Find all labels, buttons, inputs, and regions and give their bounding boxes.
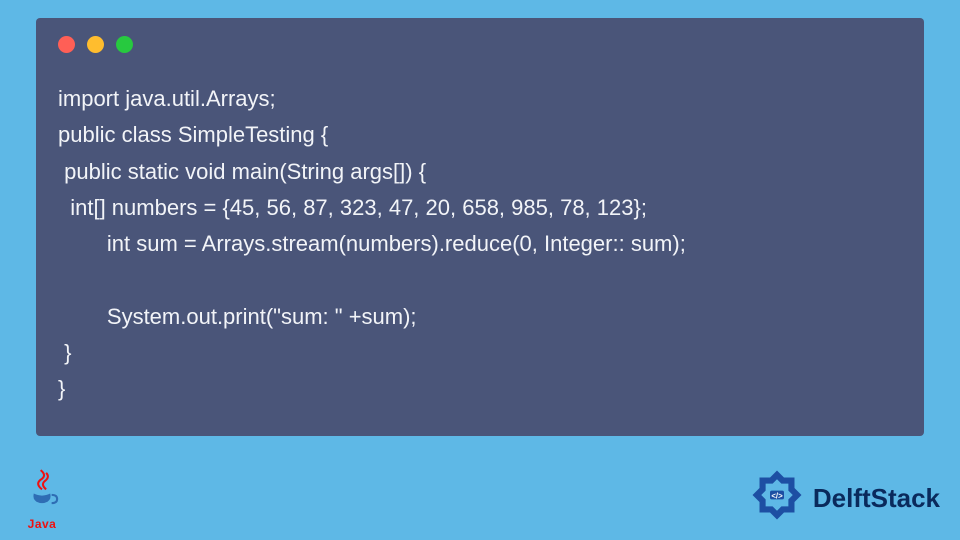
close-icon[interactable]: [58, 36, 75, 53]
java-cup-icon: [20, 466, 64, 515]
delftstack-icon: </>: [749, 467, 805, 530]
java-logo-label: Java: [28, 517, 57, 531]
footer: Java </> DelftStack: [0, 462, 960, 540]
minimize-icon[interactable]: [87, 36, 104, 53]
maximize-icon[interactable]: [116, 36, 133, 53]
code-block: import java.util.Arrays; public class Si…: [36, 63, 924, 408]
brand-logo: </> DelftStack: [749, 467, 940, 530]
svg-text:</>: </>: [771, 491, 783, 500]
window-titlebar: [36, 18, 924, 63]
brand-label: DelftStack: [813, 483, 940, 514]
code-window: import java.util.Arrays; public class Si…: [36, 18, 924, 436]
java-logo: Java: [20, 466, 64, 531]
